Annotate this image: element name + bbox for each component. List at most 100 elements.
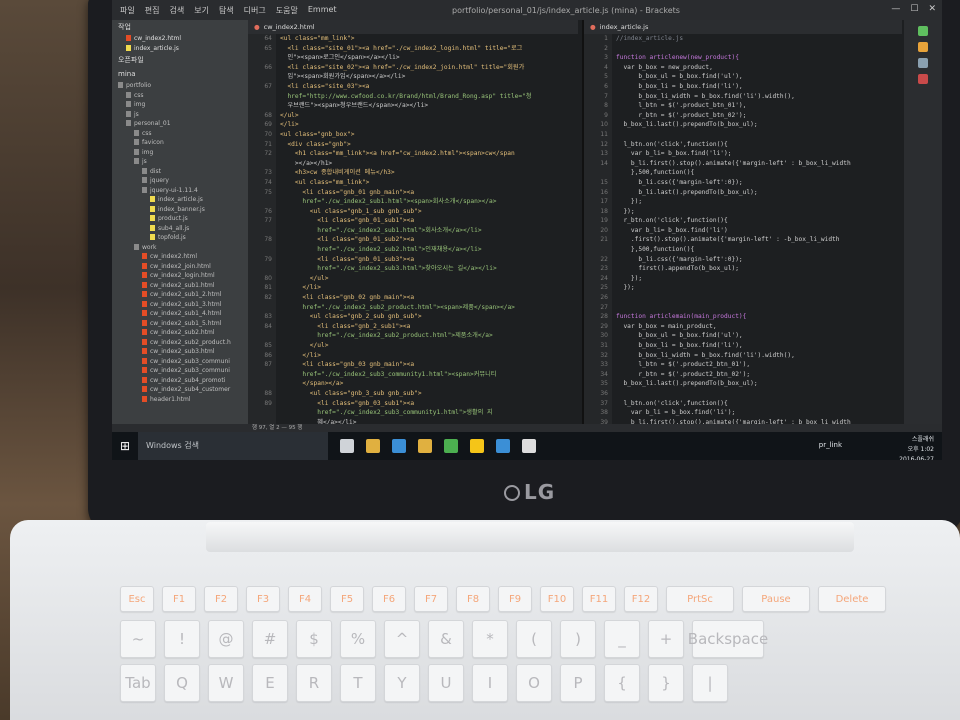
keyboard-key[interactable]: R (296, 664, 332, 702)
code-line[interactable]: <h3>cw 종합내비게이션 메뉴</h3> (280, 168, 578, 178)
extension-icon[interactable] (918, 74, 928, 84)
file-tree-item[interactable]: css (112, 91, 248, 101)
menu-item-help[interactable]: 도움말 (276, 5, 298, 16)
keyboard-key[interactable]: ^ (384, 620, 420, 658)
code-line[interactable]: b_li.last().prependTo(b_box_ul); (616, 188, 902, 198)
start-button[interactable]: ⊞ (112, 439, 138, 453)
keyboard-key[interactable]: U (428, 664, 464, 702)
code-line[interactable]: <li class="site_03"><a (280, 82, 578, 92)
close-button[interactable]: ✕ (928, 4, 936, 14)
code-line[interactable]: }); (616, 207, 902, 217)
keyboard-key[interactable]: F4 (288, 586, 322, 612)
code-line[interactable]: l_btn.on('click',function(){ (616, 140, 902, 150)
code-line[interactable]: b_box_li_width = b_box.find('li').width(… (616, 92, 902, 102)
keyboard-key[interactable]: F11 (582, 586, 616, 612)
code-line[interactable]: r_btn.on('click',function(){ (616, 216, 902, 226)
code-line[interactable]: }); (616, 283, 902, 293)
menu-item-navigate[interactable]: 탐색 (219, 5, 234, 16)
code-line[interactable]: <ul class="mm_link"> (280, 178, 578, 188)
folder-icon[interactable] (418, 439, 432, 453)
file-tree-item[interactable]: sub4_all.js (112, 224, 248, 234)
menu-item-find[interactable]: 검색 (169, 5, 184, 16)
file-tree-item[interactable]: img (112, 148, 248, 158)
code-line[interactable] (616, 293, 902, 303)
keyboard-key[interactable]: @ (208, 620, 244, 658)
code-line[interactable]: href="./cw_index2_sub3.html">찾아오시는 길</a>… (280, 264, 578, 274)
code-line[interactable]: var b_li= b_box.find('li'); (616, 149, 902, 159)
code-line[interactable]: var b_li= b_box.find('li') (616, 226, 902, 236)
keyboard-key[interactable]: T (340, 664, 376, 702)
file-tree-item[interactable]: work (112, 243, 248, 253)
keyboard-key[interactable]: | (692, 664, 728, 702)
editor-tab-js[interactable]: ● index_article.js (584, 20, 902, 34)
menu-item-debug[interactable]: 디버그 (244, 5, 266, 16)
working-file[interactable]: index_article.js (112, 44, 248, 54)
keyboard-key[interactable]: F10 (540, 586, 574, 612)
file-tree-item[interactable]: img (112, 100, 248, 110)
keyboard-key[interactable]: Backspace (688, 620, 768, 658)
live-preview-icon[interactable] (918, 26, 928, 36)
keyboard-key[interactable]: Delete (818, 586, 886, 612)
app-icon[interactable] (522, 439, 536, 453)
code-line[interactable]: b_box_li.last().prependTo(b_box_ul); (616, 120, 902, 130)
editor-tab-html[interactable]: ● cw_index2.html (248, 20, 578, 34)
code-line[interactable]: <h1 class="mm_link"><a href="cw_index2.h… (280, 149, 578, 159)
code-line[interactable]: //index_article.js (616, 34, 902, 44)
code-line[interactable]: </span></a> (280, 379, 578, 389)
keyboard-key[interactable]: F5 (330, 586, 364, 612)
keyboard-key[interactable]: * (472, 620, 508, 658)
working-file[interactable]: cw_index2.html (112, 34, 248, 44)
code-line[interactable] (616, 389, 902, 399)
keyboard-key[interactable]: O (516, 664, 552, 702)
keyboard-key[interactable]: I (472, 664, 508, 702)
code-line[interactable]: 인"><span>로그인</span></a></li> (280, 53, 578, 63)
keyboard-key[interactable]: ! (164, 620, 200, 658)
file-tree-item[interactable]: cw_index2_sub4_promoti (112, 376, 248, 386)
file-explorer-icon[interactable] (366, 439, 380, 453)
code-line[interactable] (616, 130, 902, 140)
extension-icon[interactable] (918, 58, 928, 68)
close-icon[interactable]: ● (254, 23, 260, 31)
code-line[interactable]: <li class="gnb_01 gnb_main"><a (280, 188, 578, 198)
file-tree-item[interactable]: header1.html (112, 395, 248, 405)
code-line[interactable]: <ul class="gnb_3_sub gnb_sub"> (280, 389, 578, 399)
code-line[interactable]: 입"><span>회원가입</span></a></li> (280, 72, 578, 82)
keyboard-key[interactable]: F7 (414, 586, 448, 612)
keyboard-key[interactable]: Q (164, 664, 200, 702)
code-area[interactable]: <ul class="mm_link"> <li class="site_01"… (280, 34, 578, 430)
close-icon[interactable]: ● (590, 23, 596, 31)
code-line[interactable]: b_li.first().stop().animate({'margin-lef… (616, 159, 902, 169)
code-line[interactable]: }); (616, 274, 902, 284)
keyboard-key[interactable]: F9 (498, 586, 532, 612)
code-line[interactable]: href="./cw_index2_sub2_product.html"><sp… (280, 303, 578, 313)
keyboard-key[interactable]: { (604, 664, 640, 702)
keyboard-key[interactable]: F2 (204, 586, 238, 612)
code-line[interactable]: <li class="gnb_01_sub1"><a (280, 216, 578, 226)
code-area[interactable]: //index_article.js function articlenew(ne… (616, 34, 902, 430)
extension-manager-icon[interactable] (918, 42, 928, 52)
keyboard-key[interactable]: & (428, 620, 464, 658)
code-line[interactable]: l_btn = $('.product2_btn_01'), (616, 360, 902, 370)
code-line[interactable]: b_box_li = b_box.find('li'), (616, 341, 902, 351)
code-line[interactable]: },500,function(){ (616, 168, 902, 178)
file-tree-item[interactable]: index_banner.js (112, 205, 248, 215)
menu-item-view[interactable]: 보기 (194, 5, 209, 16)
code-line[interactable]: <li class="gnb_03 gnb_main"><a (280, 360, 578, 370)
file-tree-item[interactable]: topfold.js (112, 233, 248, 243)
code-line[interactable]: <li class="site_02"><a href="./cw_index2… (280, 63, 578, 73)
keyboard-key[interactable]: + (648, 620, 684, 658)
brackets-icon[interactable] (496, 439, 510, 453)
file-tree-item[interactable]: cw_index2_sub1_5.html (112, 319, 248, 329)
file-tree-item[interactable]: css (112, 129, 248, 139)
code-line[interactable]: href="./cw_index2_sub3_community1.html">… (280, 408, 578, 418)
code-line[interactable] (616, 44, 902, 54)
keyboard-key[interactable]: E (252, 664, 288, 702)
file-tree-item[interactable]: jquery (112, 176, 248, 186)
code-line[interactable]: var b_box = new_product, (616, 63, 902, 73)
code-line[interactable]: },500,function(){ (616, 245, 902, 255)
code-line[interactable]: href="./cw_index2_sub1.html">회사소개</a></l… (280, 226, 578, 236)
file-tree-item[interactable]: js (112, 157, 248, 167)
code-line[interactable]: var b_li = b_box.find('li'); (616, 408, 902, 418)
code-line[interactable]: href="./cw_index2_sub2.html">인재채용</a></l… (280, 245, 578, 255)
code-line[interactable]: <li class="site_01"><a href="./cw_index2… (280, 44, 578, 54)
